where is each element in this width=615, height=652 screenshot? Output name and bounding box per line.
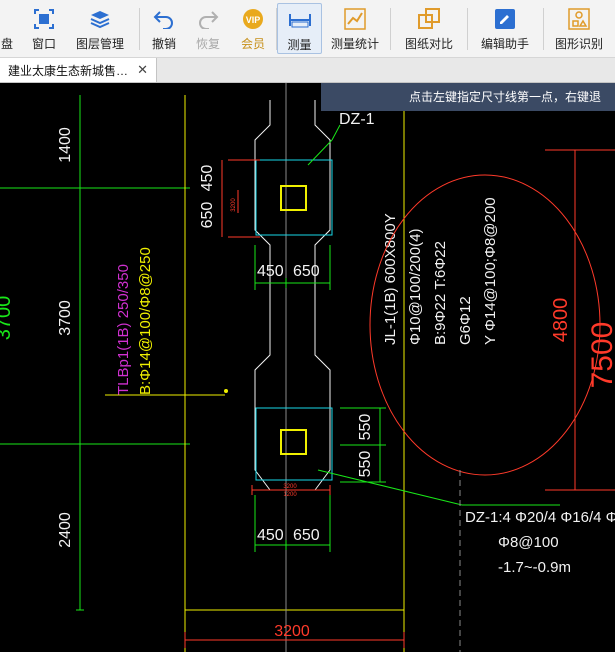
document-tab-bar: 建业太康生态新城售… ✕ bbox=[0, 58, 615, 83]
tl-line-1: TLBp1(1B) 250/350 bbox=[115, 264, 132, 395]
dz-line-1: DZ-1:4 Φ20/4 Φ16/4 Φ bbox=[465, 509, 615, 526]
dim-550-b: 550 bbox=[357, 451, 374, 478]
vip-button[interactable]: VIP 会员 bbox=[237, 0, 269, 57]
shape-recognition-icon bbox=[566, 6, 592, 32]
window-button[interactable]: 窗口 bbox=[28, 0, 60, 57]
edit-helper-icon bbox=[492, 6, 518, 32]
beam-outline bbox=[184, 95, 405, 652]
dim-650-bottom: 650 bbox=[293, 527, 320, 544]
vip-badge: VIP bbox=[246, 15, 261, 25]
measure-label: 测量 bbox=[287, 38, 312, 52]
column-box-top bbox=[255, 159, 333, 236]
beam-line-2: Φ10@100/200(4) bbox=[407, 229, 424, 345]
stats-chart-icon bbox=[342, 6, 368, 32]
shape-recog-button[interactable]: 图形识别 bbox=[552, 0, 606, 57]
dim-650-top: 650 bbox=[199, 202, 216, 229]
redo-icon bbox=[195, 6, 221, 32]
toolbar-separator bbox=[467, 8, 468, 50]
dim-3200-small: 3200 bbox=[231, 198, 237, 212]
measure-stats-label: 测量统计 bbox=[330, 37, 379, 51]
close-icon[interactable]: ✕ bbox=[137, 62, 148, 78]
document-tab[interactable]: 建业太康生态新城售… ✕ bbox=[0, 58, 157, 82]
undo-label: 撤销 bbox=[151, 37, 176, 51]
undo-button[interactable]: 撤销 bbox=[148, 0, 180, 57]
dim-1200-small: 1200 bbox=[283, 492, 297, 498]
layers-button[interactable]: 图层管理 bbox=[72, 0, 128, 57]
beam-line-5: Y Φ14@100;Φ8@200 bbox=[482, 197, 499, 345]
layers-icon bbox=[87, 6, 113, 32]
dim-450-bottom: 450 bbox=[257, 527, 284, 544]
disk-button[interactable]: 盘 bbox=[0, 0, 14, 57]
dim-3700: 3700 bbox=[57, 300, 74, 336]
command-hint-bar: 点击左键指定尺寸线第一点，右键退 bbox=[321, 83, 615, 111]
redo-button[interactable]: 恢复 bbox=[192, 0, 224, 57]
edit-helper-button[interactable]: 编辑助手 bbox=[478, 0, 532, 57]
measure-stats-button[interactable]: 测量统计 bbox=[330, 0, 380, 57]
toolbar-separator bbox=[139, 8, 140, 50]
compare-icon bbox=[416, 6, 442, 32]
tl-line-2: B:Φ14@100/Φ8@250 bbox=[137, 247, 154, 395]
dim-3700-left: 3700 bbox=[0, 296, 15, 341]
column-core-bottom bbox=[280, 429, 307, 455]
dim-4800: 4800 bbox=[550, 298, 572, 343]
ruler-icon bbox=[287, 7, 313, 33]
toolbar-separator bbox=[543, 8, 544, 50]
dim-7500: 7500 bbox=[586, 322, 615, 389]
dim-2400: 2400 bbox=[57, 512, 74, 548]
layers-label: 图层管理 bbox=[75, 37, 124, 51]
measure-button[interactable]: 测量 bbox=[277, 3, 322, 54]
tlb-leader-dot bbox=[224, 389, 228, 393]
beam-line-3: B:9Φ22 T:6Φ22 bbox=[432, 241, 449, 345]
disk-icon bbox=[0, 6, 20, 32]
pedestal-outline bbox=[254, 100, 331, 491]
disk-label: 盘 bbox=[0, 37, 13, 51]
redo-label: 恢复 bbox=[195, 37, 220, 51]
drawing-canvas[interactable]: 3700 1400 3700 2400 3200 450 650 450 650… bbox=[0, 83, 615, 652]
vip-icon: VIP bbox=[240, 6, 266, 32]
column-box-bottom bbox=[255, 407, 333, 481]
vip-label: 会员 bbox=[240, 37, 265, 51]
compare-button[interactable]: 图纸对比 bbox=[403, 0, 455, 57]
beam-annotation: JL-1(1B) 600X800Y Φ10@100/200(4) B:9Φ22 … bbox=[382, 197, 499, 345]
beam-line-4: G6Φ12 bbox=[457, 296, 474, 345]
toolbar-separator bbox=[390, 8, 391, 50]
undo-icon bbox=[151, 6, 177, 32]
shape-recog-label: 图形识别 bbox=[554, 37, 603, 51]
beam-line-1: JL-1(1B) 600X800Y bbox=[382, 213, 399, 345]
window-icon bbox=[31, 6, 57, 32]
dim-450-mid: 450 bbox=[257, 263, 284, 280]
dim-3200-bottom: 3200 bbox=[274, 623, 310, 640]
dim-550-a: 550 bbox=[357, 414, 374, 441]
dim-450-top: 450 bbox=[199, 165, 216, 192]
dim-650-mid: 650 bbox=[293, 263, 320, 280]
left-dimension-lines bbox=[0, 95, 190, 611]
dim-3200-small-b: 3200 bbox=[283, 484, 297, 490]
dz-line-3: -1.7~-0.9m bbox=[498, 559, 571, 576]
red-dims-top bbox=[221, 159, 260, 238]
compare-label: 图纸对比 bbox=[404, 37, 453, 51]
dz-line-2: Φ8@100 bbox=[498, 534, 559, 551]
edit-helper-label: 编辑助手 bbox=[480, 37, 529, 51]
dim-1400: 1400 bbox=[57, 127, 74, 163]
dz-top-label: DZ-1 bbox=[339, 111, 375, 128]
toolbar: 盘 窗口 图层管理 撤销 恢复 VIP 会员 测量 测量统计 图纸对比 编辑助手… bbox=[0, 0, 615, 58]
column-core-top bbox=[280, 185, 307, 211]
document-tab-title: 建业太康生态新城售… bbox=[8, 63, 129, 78]
window-label: 窗口 bbox=[31, 37, 56, 51]
